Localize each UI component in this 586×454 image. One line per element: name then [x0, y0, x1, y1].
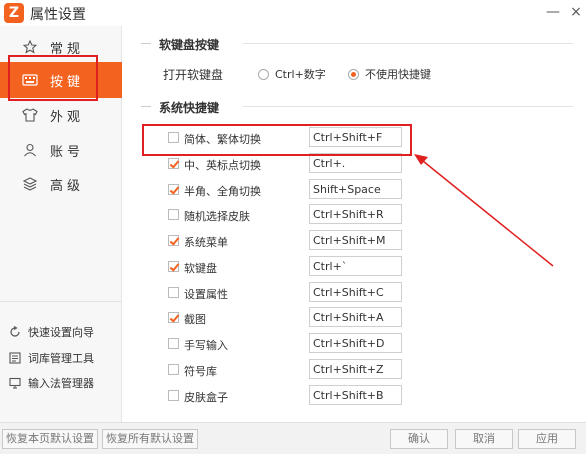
shortcut-label: 中、英标点切换 — [184, 159, 261, 172]
monitor-icon — [8, 376, 22, 390]
tshirt-icon — [20, 105, 40, 125]
shortcut-checkbox[interactable] — [168, 209, 179, 220]
radio-ctrl-number[interactable]: Ctrl+数字 — [258, 66, 326, 82]
system-shortcuts-section-title: 系统快捷键 — [159, 101, 220, 115]
section-marker — [141, 106, 151, 107]
radio-label: Ctrl+数字 — [275, 68, 326, 81]
sidebar-item-label: 按键 — [50, 74, 85, 90]
quick-setup-wizard-link[interactable]: 快速设置向导 — [8, 322, 94, 342]
radio-circle — [348, 68, 359, 80]
sidebar-item-advanced[interactable]: 高级 — [0, 166, 122, 202]
hotkey-field[interactable] — [309, 307, 402, 327]
shortcut-checkbox[interactable] — [168, 364, 179, 375]
shortcut-row: 随机选择皮肤 — [123, 204, 586, 226]
shortcut-label: 符号库 — [184, 365, 217, 378]
hotkey-field[interactable] — [309, 359, 402, 379]
restore-page-defaults-button[interactable]: 恢复本页默认设置 — [2, 429, 98, 449]
dictionary-tool-link[interactable]: 词库管理工具 — [8, 348, 94, 368]
window-title: 属性设置 — [30, 7, 86, 23]
sidebar-item-account[interactable]: 账号 — [0, 132, 122, 168]
sidebar-item-general[interactable]: 常规 — [0, 29, 122, 65]
hotkey-field[interactable] — [309, 204, 402, 224]
shortcut-label: 简体、繁体切换 — [184, 133, 261, 146]
tool-label: 词库管理工具 — [28, 352, 94, 365]
shortcut-label: 手写输入 — [184, 339, 228, 352]
minimize-button[interactable]: — — [543, 2, 563, 22]
dictionary-icon — [8, 351, 22, 365]
shortcut-label: 半角、全角切换 — [184, 185, 261, 198]
open-soft-keyboard-label: 打开软键盘 — [163, 68, 224, 82]
keyboard-icon — [20, 70, 40, 90]
shortcut-checkbox[interactable] — [168, 390, 179, 401]
shortcut-checkbox[interactable] — [168, 158, 179, 169]
shortcut-row: 中、英标点切换 — [123, 153, 586, 175]
refresh-icon — [8, 325, 22, 339]
shortcut-checkbox[interactable] — [168, 184, 179, 195]
radio-label: 不使用快捷键 — [365, 68, 431, 81]
star-icon — [20, 37, 40, 57]
soft-keyboard-section-title: 软键盘按键 — [159, 38, 220, 52]
app-logo-icon: Z — [4, 3, 24, 23]
hotkey-field[interactable] — [309, 153, 402, 173]
layers-icon — [20, 174, 40, 194]
hotkey-field[interactable] — [309, 282, 402, 302]
shortcut-label: 随机选择皮肤 — [184, 210, 250, 223]
shortcut-row: 设置属性 — [123, 282, 586, 304]
sidebar-item-label: 高级 — [50, 178, 85, 194]
settings-panel: 软键盘按键 打开软键盘 Ctrl+数字 不使用快捷键 系统快捷键 简体、繁体切换… — [123, 26, 586, 422]
tool-label: 输入法管理器 — [28, 377, 94, 390]
user-icon — [20, 140, 40, 160]
hotkey-field[interactable] — [309, 179, 402, 199]
shortcut-label: 设置属性 — [184, 288, 228, 301]
tool-label: 快速设置向导 — [28, 326, 94, 339]
shortcut-label: 截图 — [184, 313, 206, 326]
hotkey-field[interactable] — [309, 127, 402, 147]
section-marker — [141, 43, 151, 44]
shortcut-checkbox[interactable] — [168, 312, 179, 323]
sidebar: 常规 按键 外观 账号 高级 快速设置向导 词库管理工具 输入法管理器 — [0, 26, 122, 422]
shortcut-row: 皮肤盒子 — [123, 385, 586, 407]
sidebar-item-keys[interactable]: 按键 — [0, 62, 122, 98]
shortcut-checkbox[interactable] — [168, 235, 179, 246]
shortcut-checkbox[interactable] — [168, 338, 179, 349]
cancel-button[interactable]: 取消 — [455, 429, 513, 449]
ok-button[interactable]: 确认 — [390, 429, 448, 449]
close-button[interactable]: × — [566, 2, 586, 22]
shortcut-label: 皮肤盒子 — [184, 391, 228, 404]
shortcut-label: 软键盘 — [184, 262, 217, 275]
shortcut-checkbox[interactable] — [168, 132, 179, 143]
sidebar-item-label: 常规 — [50, 41, 85, 57]
hotkey-field[interactable] — [309, 385, 402, 405]
hotkey-field[interactable] — [309, 230, 402, 250]
shortcut-row: 符号库 — [123, 359, 586, 381]
radio-no-shortcut[interactable]: 不使用快捷键 — [348, 66, 431, 82]
shortcut-row: 半角、全角切换 — [123, 179, 586, 201]
radio-circle — [258, 68, 269, 80]
hotkey-field[interactable] — [309, 333, 402, 353]
shortcut-checkbox[interactable] — [168, 287, 179, 298]
section-divider — [243, 106, 573, 107]
sidebar-item-label: 账号 — [50, 144, 85, 160]
title-bar: Z 属性设置 — × — [0, 0, 586, 26]
restore-all-defaults-button[interactable]: 恢复所有默认设置 — [102, 429, 198, 449]
shortcut-checkbox[interactable] — [168, 261, 179, 272]
sidebar-item-label: 外观 — [50, 109, 85, 125]
shortcut-label: 系统菜单 — [184, 236, 228, 249]
shortcut-row: 系统菜单 — [123, 230, 586, 252]
shortcut-row: 简体、繁体切换 — [123, 127, 586, 149]
ime-manager-link[interactable]: 输入法管理器 — [8, 373, 94, 393]
shortcut-row: 手写输入 — [123, 333, 586, 355]
hotkey-field[interactable] — [309, 256, 402, 276]
sidebar-divider — [0, 301, 122, 302]
section-divider — [243, 43, 573, 44]
apply-button[interactable]: 应用 — [518, 429, 576, 449]
shortcut-row: 截图 — [123, 307, 586, 329]
footer-bar: 恢复本页默认设置 恢复所有默认设置 确认 取消 应用 — [0, 422, 586, 454]
sidebar-item-appearance[interactable]: 外观 — [0, 97, 122, 133]
shortcut-row: 软键盘 — [123, 256, 586, 278]
